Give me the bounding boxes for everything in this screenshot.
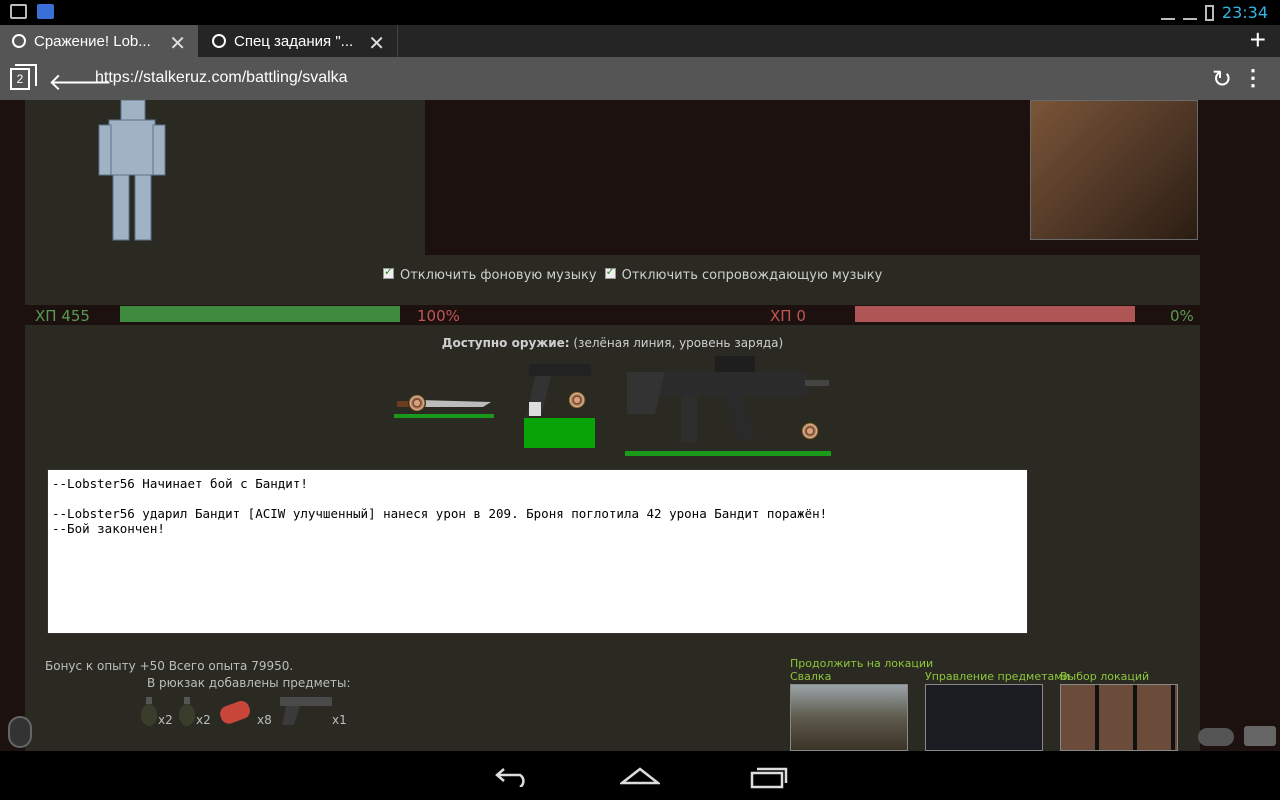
keyboard-icon[interactable] [1244, 726, 1276, 746]
tab-title: Сражение! Lob... [34, 32, 151, 50]
reload-icon[interactable]: ↻ [1212, 65, 1232, 94]
gallery-icon [10, 4, 27, 19]
music-options: Отключить фоновую музыку Отключить сопро… [383, 265, 882, 283]
close-icon[interactable]: ✕ [368, 31, 385, 56]
nav-bar [0, 751, 1280, 800]
pistol-icon [280, 697, 332, 725]
tab-bar: Сражение! Lob... ✕ Спец задания "... ✕ + [0, 25, 1280, 57]
bg-music-checkbox[interactable]: Отключить фоновую музыку [383, 265, 597, 283]
wifi-icon [1160, 6, 1175, 20]
reward-items: x2 x2 x8 x1 [140, 693, 360, 729]
log-line: --Бой закончен! [52, 521, 165, 536]
player-avatar [98, 100, 166, 241]
log-line: --Lobster56 Начинает бой с Бандит! [52, 476, 308, 491]
knife-charge-bar [394, 414, 494, 418]
recents-nav-icon[interactable] [750, 765, 788, 789]
clock: 23:34 [1221, 3, 1268, 22]
radiation-icon [408, 394, 426, 412]
grenade-icon [141, 697, 157, 726]
enemy-hp-label: ХП 0 [770, 307, 806, 325]
pistol-icon[interactable] [523, 362, 595, 418]
tab-switcher-button[interactable]: 2 [10, 64, 37, 90]
globe-icon [12, 34, 26, 48]
locations-thumbnail[interactable] [1060, 684, 1178, 751]
address-bar: 2 🡐 https://stalkeruz.com/battling/svalk… [0, 57, 1280, 100]
web-page: Отключить фоновую музыку Отключить сопро… [0, 100, 1280, 751]
weapons-title: Доступно оружие: (зелёная линия, уровень… [441, 336, 784, 350]
accomp-music-checkbox[interactable]: Отключить сопровождающую музыку [604, 265, 882, 283]
player-hp-bar [120, 306, 400, 322]
choose-location-link[interactable]: Выбор локаций [1060, 670, 1149, 683]
tab-battle[interactable]: Сражение! Lob... ✕ [0, 25, 198, 57]
radiation-icon [801, 422, 819, 440]
home-nav-icon[interactable] [620, 765, 660, 787]
status-bar: 23:34 [0, 0, 1280, 25]
globe-icon [212, 34, 226, 48]
location-thumbnail[interactable] [790, 684, 908, 751]
pistol-charge-bar [524, 418, 595, 448]
rifle-icon[interactable] [625, 354, 831, 450]
inventory-thumbnail[interactable] [925, 684, 1043, 751]
enemy-hp-bar [855, 306, 1135, 322]
signal-icon [1182, 6, 1197, 20]
new-tab-icon[interactable]: + [1250, 25, 1266, 55]
back-nav-icon[interactable] [494, 765, 530, 787]
battery-icon [1204, 4, 1214, 21]
continue-location-link[interactable]: Продолжить на локации Свалка [790, 657, 933, 683]
search-app-icon [37, 4, 54, 19]
log-line: --Lobster56 ударил Бандит [ACIW улучшенн… [52, 506, 828, 521]
close-icon[interactable]: ✕ [169, 31, 186, 56]
item-count: x2 [196, 713, 211, 727]
added-items-text: В рюкзак добавлены предметы: [147, 676, 351, 690]
gamepad-icon[interactable] [1198, 728, 1234, 746]
battle-panel: Отключить фоновую музыку Отключить сопро… [25, 100, 1200, 751]
enemy-hp-percent: 0% [1170, 307, 1194, 325]
rifle-charge-bar [625, 451, 831, 456]
battle-log: --Lobster56 Начинает бой с Бандит! --Lob… [47, 469, 1028, 634]
mouse-icon[interactable] [8, 716, 32, 748]
player-hp-percent: 100% [417, 307, 460, 325]
tab-title: Спец задания "... [234, 32, 354, 50]
checkbox-icon[interactable] [383, 265, 394, 279]
player-hp-label: ХП 455 [35, 307, 90, 325]
overflow-menu-icon[interactable]: ⋮ [1242, 65, 1264, 91]
manage-items-link[interactable]: Управление предметами [925, 670, 1070, 683]
checkbox-icon[interactable] [604, 265, 616, 279]
grenade-icon [179, 697, 195, 726]
radiation-icon [568, 391, 586, 409]
item-count: x8 [257, 713, 272, 727]
item-count: x2 [158, 713, 173, 727]
bonus-text: Бонус к опыту +50 Всего опыта 79950. [45, 659, 294, 673]
hp-row: ХП 455 100% ХП 0 0% [25, 305, 1200, 325]
url-field[interactable]: https://stalkeruz.com/battling/svalka [95, 69, 348, 87]
medkit-icon [220, 701, 250, 724]
tab-special-tasks[interactable]: Спец задания "... ✕ [200, 25, 398, 57]
item-count: x1 [332, 713, 347, 727]
enemy-avatar [1030, 100, 1198, 240]
